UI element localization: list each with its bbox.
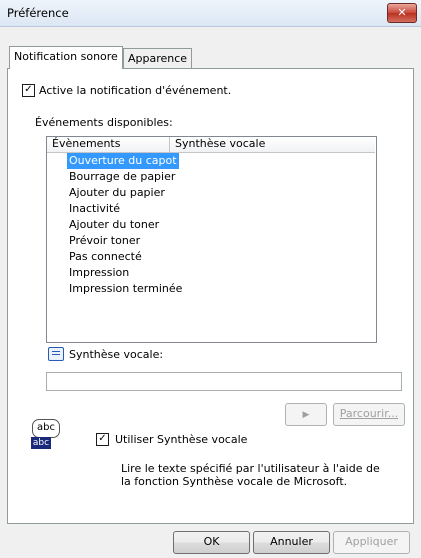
play-button[interactable]: ▶ <box>285 403 327 426</box>
use-speech-checkbox[interactable]: ✓ <box>96 433 109 446</box>
column-header-speech-label: Synthèse vocale <box>175 137 266 150</box>
browse-button[interactable]: Parcourir... <box>333 403 405 426</box>
enable-notification-label: Active la notification d'événement. <box>39 84 232 97</box>
cancel-button-label: Annuler <box>270 535 313 548</box>
abc-text-icon-text: abc <box>32 438 50 448</box>
enable-notification-checkbox[interactable]: ✓ <box>22 84 35 97</box>
abc-speech-icon: abc <box>32 419 60 438</box>
list-item[interactable]: Ajouter du toner <box>67 217 161 233</box>
browse-button-label: Parcourir... <box>339 407 399 420</box>
events-list[interactable]: Évènements Synthèse vocale Ouverture du … <box>46 136 377 343</box>
column-header-events-label: Évènements <box>52 137 121 150</box>
list-item[interactable]: Ajouter du papier <box>67 185 167 201</box>
column-header-events[interactable]: Évènements <box>47 137 170 153</box>
speech-description: Lire le texte spécifié par l'utilisateur… <box>121 462 380 488</box>
preference-dialog: Préférence ✕ Notification sonore Apparen… <box>0 0 421 558</box>
list-item-label: Ajouter du toner <box>69 218 160 231</box>
list-item-label: Impression terminée <box>69 282 183 295</box>
list-item[interactable]: Prévoir toner <box>67 233 142 249</box>
list-item[interactable]: Pas connecté <box>67 249 144 265</box>
list-item-label: Pas connecté <box>69 250 142 263</box>
list-item-label: Inactivité <box>69 202 121 215</box>
tab-apparence[interactable]: Apparence <box>123 48 193 68</box>
tab-notification-sonore-label: Notification sonore <box>14 50 118 63</box>
ok-button-label: OK <box>203 535 220 548</box>
list-item[interactable]: Impression terminée <box>67 281 184 297</box>
window-title: Préférence <box>7 6 69 20</box>
list-item[interactable]: Impression <box>67 265 131 281</box>
close-button[interactable]: ✕ <box>387 3 417 23</box>
play-icon: ▶ <box>302 410 310 420</box>
list-item-label: Bourrage de papier <box>69 170 176 183</box>
speech-bubble-icon <box>48 347 64 361</box>
available-events-label: Événements disponibles: <box>35 116 173 129</box>
list-item[interactable]: Ouverture du capot <box>67 153 179 169</box>
tab-notification-sonore[interactable]: Notification sonore <box>9 46 123 69</box>
use-speech-label: Utiliser Synthèse vocale <box>115 433 248 446</box>
list-item-label: Prévoir toner <box>69 234 141 247</box>
speech-label: Synthèse vocale: <box>69 348 164 361</box>
list-item-label: Ajouter du papier <box>69 186 165 199</box>
abc-speech-icon-text: abc <box>37 422 55 433</box>
title-bar: Préférence ✕ <box>0 0 421 27</box>
apply-button[interactable]: Appliquer <box>333 531 410 554</box>
list-item-label: Ouverture du capot <box>69 154 177 167</box>
apply-button-label: Appliquer <box>345 535 398 548</box>
list-item[interactable]: Bourrage de papier <box>67 169 177 185</box>
speech-text-input[interactable] <box>46 372 402 391</box>
list-item[interactable]: Inactivité <box>67 201 122 217</box>
column-header-speech[interactable]: Synthèse vocale <box>170 137 375 153</box>
tab-apparence-label: Apparence <box>128 52 188 65</box>
cancel-button[interactable]: Annuler <box>253 531 330 554</box>
abc-text-icon: abc <box>31 437 51 449</box>
ok-button[interactable]: OK <box>173 531 250 554</box>
close-icon: ✕ <box>397 6 407 19</box>
list-item-label: Impression <box>69 266 130 279</box>
